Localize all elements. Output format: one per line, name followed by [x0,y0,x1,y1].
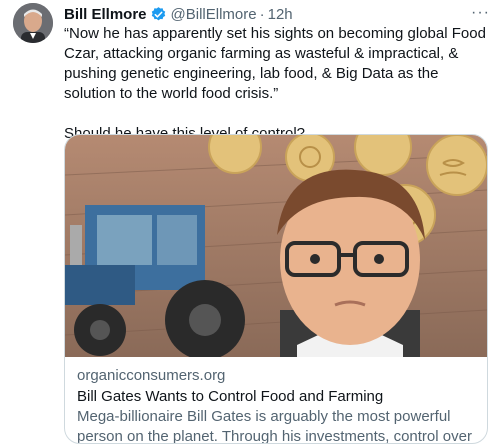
card-description: Mega-billionaire Bill Gates is arguably … [77,408,472,444]
card-image[interactable] [65,135,487,360]
more-options-icon[interactable]: ··· [471,4,490,22]
verified-badge-icon [150,6,167,23]
author-avatar[interactable] [13,3,53,43]
link-preview-card[interactable]: organicconsumers.org Bill Gates Wants to… [64,134,488,444]
author-name[interactable]: Bill Ellmore [64,6,147,23]
card-title[interactable]: Bill Gates Wants to Control Food and Far… [77,387,477,407]
tweet-header: Bill Ellmore @BillEllmore · 12h [64,4,293,24]
tweet-timestamp[interactable]: 12h [268,6,293,23]
card-domain: organicconsumers.org [77,367,226,384]
separator-dot: · [259,5,265,23]
tweet-body: “Now he has apparently set his sights on… [64,24,489,144]
tweet-quote-text: “Now he has apparently set his sights on… [64,25,486,102]
card-meta: organicconsumers.org Bill Gates Wants to… [77,366,477,444]
author-handle[interactable]: @BillEllmore [171,6,257,23]
